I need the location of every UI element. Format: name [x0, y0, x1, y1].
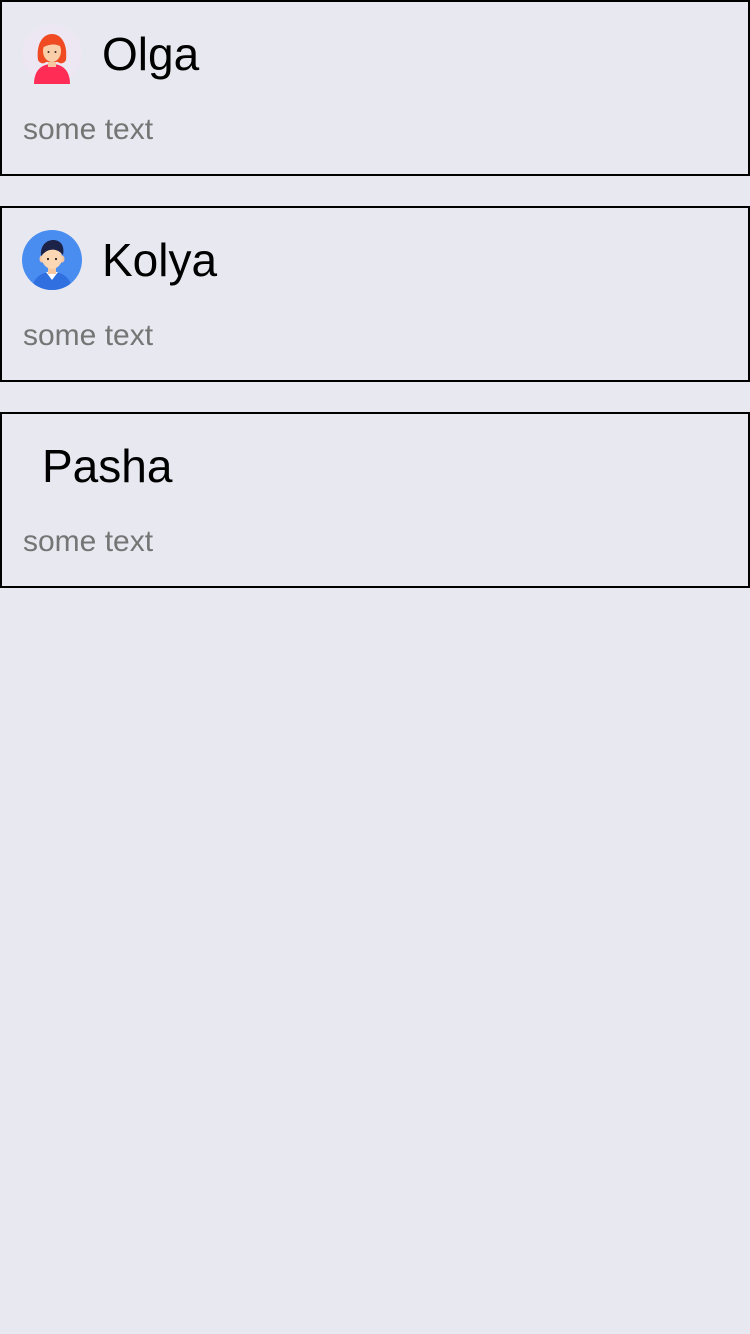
contact-subtext: some text	[23, 319, 154, 352]
contact-card-olga[interactable]: Olga some text	[0, 0, 750, 176]
contact-card-pasha[interactable]: Pasha some text	[0, 412, 750, 588]
contact-name: Kolya	[102, 234, 218, 286]
contact-name: Olga	[102, 28, 200, 80]
contact-name: Pasha	[42, 440, 173, 492]
male-avatar-icon	[22, 230, 82, 290]
female-avatar-icon	[22, 24, 82, 84]
contact-card-kolya[interactable]: Kolya some text	[0, 206, 750, 382]
contact-subtext: some text	[23, 525, 154, 558]
contact-subtext: some text	[23, 113, 154, 146]
